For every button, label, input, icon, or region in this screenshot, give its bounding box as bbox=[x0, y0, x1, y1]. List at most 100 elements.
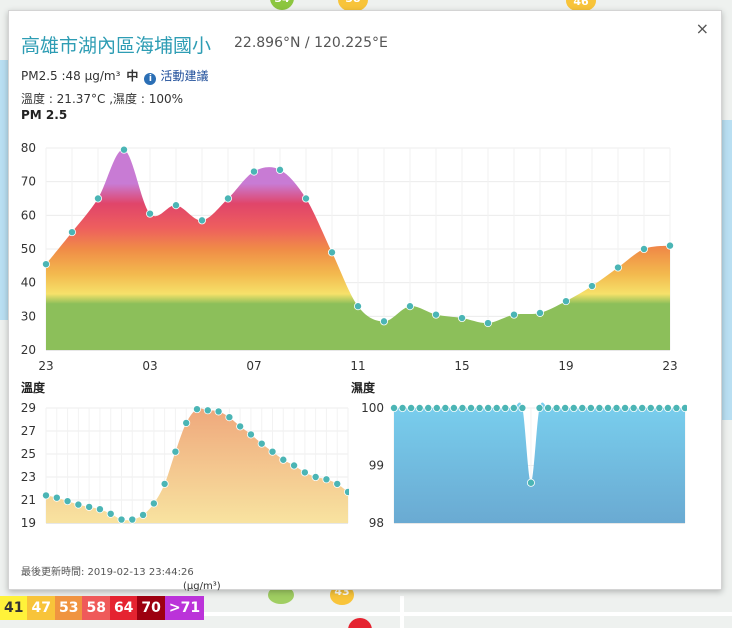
data-point[interactable] bbox=[672, 404, 681, 412]
data-point[interactable] bbox=[526, 478, 535, 487]
y-tick-label: 80 bbox=[21, 141, 36, 155]
data-point[interactable] bbox=[249, 167, 258, 176]
data-point[interactable] bbox=[333, 479, 342, 488]
data-point[interactable] bbox=[353, 302, 362, 311]
data-point[interactable] bbox=[595, 404, 604, 412]
data-point[interactable] bbox=[424, 404, 433, 412]
data-point[interactable] bbox=[145, 209, 154, 218]
data-point[interactable] bbox=[203, 406, 212, 415]
data-point[interactable] bbox=[139, 510, 148, 519]
data-point[interactable] bbox=[655, 404, 664, 412]
x-tick-label: 11 bbox=[350, 359, 365, 373]
data-point[interactable] bbox=[614, 263, 623, 272]
data-point[interactable] bbox=[467, 404, 476, 412]
data-point[interactable] bbox=[666, 241, 675, 250]
data-point[interactable] bbox=[509, 404, 518, 412]
close-icon[interactable]: × bbox=[696, 19, 709, 38]
data-point[interactable] bbox=[223, 194, 232, 203]
data-point[interactable] bbox=[398, 404, 407, 412]
data-point[interactable] bbox=[588, 282, 597, 291]
data-point[interactable] bbox=[257, 439, 266, 448]
data-point[interactable] bbox=[640, 245, 649, 254]
info-icon[interactable]: i bbox=[144, 73, 157, 85]
data-point[interactable] bbox=[117, 515, 126, 524]
data-point[interactable] bbox=[85, 502, 94, 511]
data-point[interactable] bbox=[225, 413, 234, 422]
data-point[interactable] bbox=[94, 194, 103, 203]
data-point[interactable] bbox=[160, 479, 169, 488]
data-point[interactable] bbox=[544, 404, 553, 412]
data-point[interactable] bbox=[449, 404, 458, 412]
data-point[interactable] bbox=[192, 405, 201, 414]
data-point[interactable] bbox=[681, 404, 687, 412]
data-point[interactable] bbox=[561, 404, 570, 412]
data-point[interactable] bbox=[301, 194, 310, 203]
data-point[interactable] bbox=[214, 407, 223, 416]
data-point[interactable] bbox=[322, 475, 331, 484]
data-point[interactable] bbox=[197, 216, 206, 225]
map-pin[interactable] bbox=[348, 618, 372, 628]
data-point[interactable] bbox=[407, 404, 416, 412]
y-tick-label: 40 bbox=[21, 276, 36, 290]
y-tick-label: 100 bbox=[361, 401, 384, 415]
data-point[interactable] bbox=[432, 404, 441, 412]
data-point[interactable] bbox=[236, 422, 245, 431]
data-point[interactable] bbox=[569, 404, 578, 412]
data-point[interactable] bbox=[95, 505, 104, 514]
data-point[interactable] bbox=[390, 404, 399, 412]
y-tick-label: 19 bbox=[21, 516, 36, 529]
data-point[interactable] bbox=[268, 447, 277, 456]
data-point[interactable] bbox=[535, 404, 544, 412]
data-point[interactable] bbox=[415, 404, 424, 412]
data-point[interactable] bbox=[149, 499, 158, 508]
data-point[interactable] bbox=[171, 447, 180, 456]
data-point[interactable] bbox=[629, 404, 638, 412]
data-point[interactable] bbox=[492, 404, 501, 412]
data-point[interactable] bbox=[638, 404, 647, 412]
data-point[interactable] bbox=[63, 497, 72, 506]
data-point[interactable] bbox=[621, 404, 630, 412]
data-point[interactable] bbox=[290, 461, 299, 470]
data-point[interactable] bbox=[501, 404, 510, 412]
data-point[interactable] bbox=[586, 404, 595, 412]
data-point[interactable] bbox=[562, 297, 571, 306]
data-point[interactable] bbox=[379, 317, 388, 326]
data-point[interactable] bbox=[484, 404, 493, 412]
data-point[interactable] bbox=[42, 491, 51, 500]
data-point[interactable] bbox=[300, 468, 309, 477]
data-point[interactable] bbox=[612, 404, 621, 412]
data-point[interactable] bbox=[128, 515, 137, 524]
data-point[interactable] bbox=[68, 228, 77, 237]
data-point[interactable] bbox=[275, 165, 284, 174]
data-point[interactable] bbox=[106, 509, 115, 518]
data-point[interactable] bbox=[552, 404, 561, 412]
data-point[interactable] bbox=[120, 145, 129, 154]
data-point[interactable] bbox=[441, 404, 450, 412]
data-point[interactable] bbox=[518, 404, 527, 412]
data-point[interactable] bbox=[327, 248, 336, 257]
data-point[interactable] bbox=[509, 310, 518, 319]
pm-legend: 41 47 53 58 64 70 >71 bbox=[0, 596, 205, 620]
data-point[interactable] bbox=[603, 404, 612, 412]
data-point[interactable] bbox=[246, 430, 255, 439]
data-point[interactable] bbox=[536, 308, 545, 317]
data-point[interactable] bbox=[279, 455, 288, 464]
data-point[interactable] bbox=[74, 500, 83, 509]
data-point[interactable] bbox=[458, 404, 467, 412]
data-point[interactable] bbox=[646, 404, 655, 412]
data-point[interactable] bbox=[171, 201, 180, 210]
data-point[interactable] bbox=[431, 310, 440, 319]
data-point[interactable] bbox=[182, 418, 191, 427]
data-point[interactable] bbox=[42, 260, 51, 269]
map-marker[interactable]: 34 bbox=[270, 0, 294, 10]
data-point[interactable] bbox=[457, 314, 466, 323]
data-point[interactable] bbox=[52, 493, 61, 502]
data-point[interactable] bbox=[483, 319, 492, 328]
data-point[interactable] bbox=[578, 404, 587, 412]
data-point[interactable] bbox=[663, 404, 672, 412]
activity-advice-link[interactable]: 活動建議 bbox=[160, 69, 208, 83]
data-point[interactable] bbox=[405, 302, 414, 311]
data-point[interactable] bbox=[311, 473, 320, 482]
x-tick-label: 23 bbox=[38, 359, 53, 373]
data-point[interactable] bbox=[475, 404, 484, 412]
